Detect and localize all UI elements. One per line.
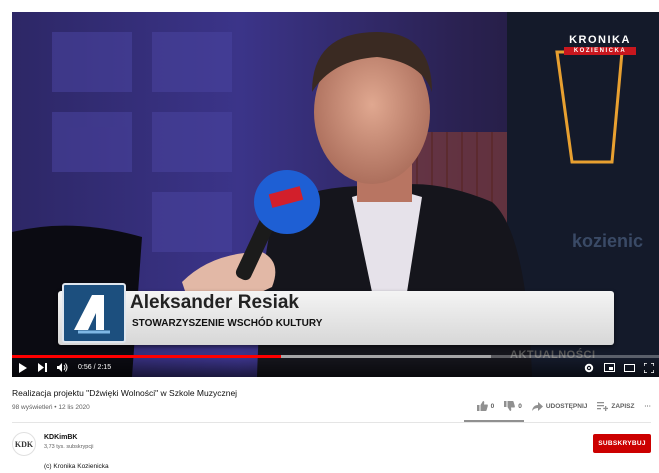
dislike-button[interactable]: 0 bbox=[504, 401, 522, 411]
like-button[interactable]: 0 bbox=[476, 401, 495, 411]
station-logo-line1: KRONIKA bbox=[569, 34, 631, 46]
dislike-count: 0 bbox=[518, 402, 522, 410]
channel-avatar[interactable]: KDK bbox=[12, 432, 36, 456]
video-description: (c) Kronika Kozienicka bbox=[44, 463, 109, 470]
thumbs-up-icon bbox=[476, 401, 488, 411]
share-label: UDOSTĘPNIJ bbox=[545, 402, 588, 410]
channel-name[interactable]: KDKimBK bbox=[44, 434, 77, 441]
save-button[interactable]: ZAPISZ bbox=[597, 401, 635, 411]
video-stats: 98 wyświetleń • 12 lis 2020 bbox=[12, 404, 90, 411]
video-actions: 0 0 UDOSTĘPNIJ ZAPISZ ··· bbox=[476, 401, 652, 411]
time-display: 0:56 / 2:15 bbox=[78, 364, 112, 371]
theater-icon[interactable] bbox=[619, 358, 639, 377]
share-icon bbox=[531, 401, 543, 411]
lower-third: Aleksander Resiak STOWARZYSZENIE WSCHÓD … bbox=[58, 283, 614, 345]
station-logo: KRONIKA KOZIENICKA bbox=[564, 34, 636, 68]
save-label: ZAPISZ bbox=[611, 402, 635, 410]
channel-avatar-text: KDK bbox=[14, 439, 34, 449]
playlist-add-icon bbox=[597, 401, 609, 411]
miniplayer-icon[interactable] bbox=[599, 358, 619, 377]
station-logo-line2: KOZIENICKA bbox=[564, 47, 636, 55]
lower-third-logo-icon bbox=[62, 283, 126, 343]
share-button[interactable]: UDOSTĘPNIJ bbox=[531, 401, 588, 411]
like-count: 0 bbox=[490, 402, 495, 410]
video-title: Realizacja projektu "Dźwięki Wolności" w… bbox=[12, 388, 238, 398]
lower-third-subtitle: STOWARZYSZENIE WSCHÓD KULTURY bbox=[132, 318, 323, 329]
svg-text:kozienic: kozienic bbox=[572, 231, 643, 251]
player-controls: 0:56 / 2:15 bbox=[12, 358, 659, 377]
subscriber-count: 3,73 tys. subskrypcji bbox=[44, 444, 94, 450]
next-icon[interactable] bbox=[32, 358, 52, 377]
lower-third-name: Aleksander Resiak bbox=[130, 292, 299, 313]
subscribe-button[interactable]: SUBSKRYBUJ bbox=[593, 434, 651, 453]
settings-icon[interactable] bbox=[579, 358, 599, 377]
play-icon[interactable] bbox=[12, 358, 32, 377]
volume-icon[interactable] bbox=[52, 358, 72, 377]
more-actions-button[interactable]: ··· bbox=[645, 403, 652, 410]
divider bbox=[12, 422, 651, 423]
fullscreen-icon[interactable] bbox=[639, 358, 659, 377]
thumbs-down-icon bbox=[504, 401, 516, 411]
more-icon: ··· bbox=[644, 402, 652, 410]
video-player[interactable]: kozienic KRONIKA KOZIENICKA Aleksander R… bbox=[12, 12, 659, 377]
